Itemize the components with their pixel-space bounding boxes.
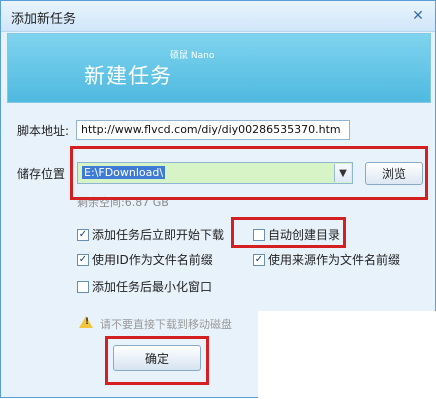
banner-subtitle: 硕鼠 Nano <box>170 51 215 61</box>
title-bar[interactable]: 添加新任务 ✕ <box>1 1 435 32</box>
window-title: 添加新任务 <box>11 12 77 27</box>
minimize-label: 添加任务后最小化窗口 <box>92 280 213 294</box>
source-prefix-checkbox[interactable]: ✓ 使用来源作为文件名前缀 <box>253 251 400 268</box>
white-region <box>258 311 436 399</box>
highlight-save-location <box>70 146 428 200</box>
banner: 硕鼠 Nano 新建任务 <box>7 33 431 103</box>
minimize-checkbox[interactable]: 添加任务后最小化窗口 <box>77 278 212 295</box>
checkbox-unchecked-icon <box>77 280 89 293</box>
script-url-label: 脚本地址: <box>17 124 70 138</box>
source-prefix-label: 使用来源作为文件名前缀 <box>268 253 401 267</box>
highlight-ok-button <box>105 336 209 385</box>
warning-text: 请不要直接下载到移动磁盘 <box>100 318 232 331</box>
close-icon[interactable]: ✕ <box>409 7 427 25</box>
warning-mark: ! <box>85 317 90 327</box>
save-location-label: 储存位置 <box>17 167 66 181</box>
dialog-window: 添加新任务 ✕ 硕鼠 Nano 新建任务 脚本地址: http://www.fl… <box>0 0 436 399</box>
script-url-input[interactable]: http://www.flvcd.com/diy/diy00286535370.… <box>76 120 350 140</box>
highlight-auto-create-dir <box>231 217 346 248</box>
start-now-label: 添加任务后立即开始下载 <box>92 228 225 242</box>
id-prefix-checkbox[interactable]: ✓ 使用ID作为文件名前缀 <box>77 251 213 268</box>
checkbox-checked-icon: ✓ <box>77 228 89 241</box>
start-now-checkbox[interactable]: ✓ 添加任务后立即开始下载 <box>77 226 224 243</box>
banner-title: 新建任务 <box>84 64 172 88</box>
checkbox-checked-icon: ✓ <box>77 253 89 266</box>
checkbox-checked-icon: ✓ <box>253 253 265 266</box>
id-prefix-label: 使用ID作为文件名前缀 <box>92 253 213 267</box>
